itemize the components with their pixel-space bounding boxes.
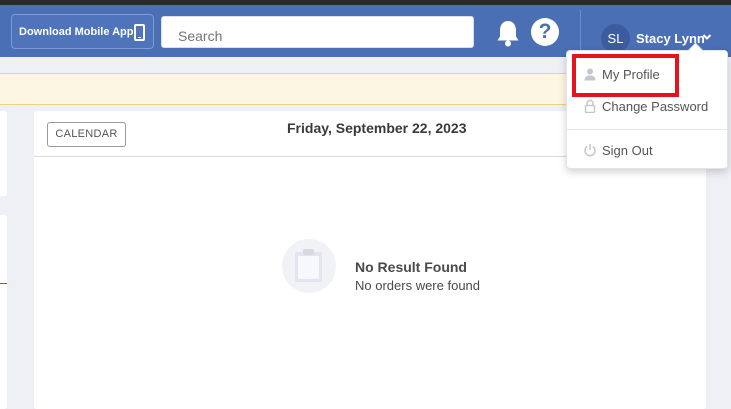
notification-bell-icon[interactable] — [493, 18, 523, 48]
download-mobile-app-label: Download Mobile App — [19, 25, 134, 38]
left-panel-card — [0, 111, 7, 196]
avatar[interactable]: SL — [601, 24, 630, 53]
menu-divider — [567, 129, 727, 130]
left-panel-accent-line — [0, 283, 7, 284]
power-icon — [584, 144, 596, 157]
menu-item-label: Change Password — [602, 99, 709, 114]
empty-state-title: No Result Found — [355, 259, 467, 275]
menu-item-label: Sign Out — [602, 143, 653, 158]
menu-item-sign-out[interactable]: Sign Out — [567, 140, 727, 162]
empty-state-subtitle: No orders were found — [355, 278, 481, 293]
calendar-button[interactable]: CALENDAR — [47, 122, 126, 147]
help-icon[interactable]: ? — [531, 18, 559, 46]
search-input[interactable] — [161, 16, 474, 48]
notice-banner — [0, 73, 566, 105]
header-divider — [580, 10, 581, 50]
left-panel-card — [0, 215, 7, 409]
clipboard-icon — [282, 239, 336, 293]
my-profile-highlight-box — [572, 54, 679, 97]
selected-date: Friday, September 22, 2023 — [287, 120, 467, 136]
lock-icon — [584, 99, 596, 113]
chevron-down-icon[interactable] — [702, 32, 712, 42]
mobile-phone-icon — [134, 24, 145, 41]
menu-item-change-password[interactable]: Change Password — [567, 96, 727, 118]
download-mobile-app-button[interactable]: Download Mobile App — [11, 14, 154, 49]
